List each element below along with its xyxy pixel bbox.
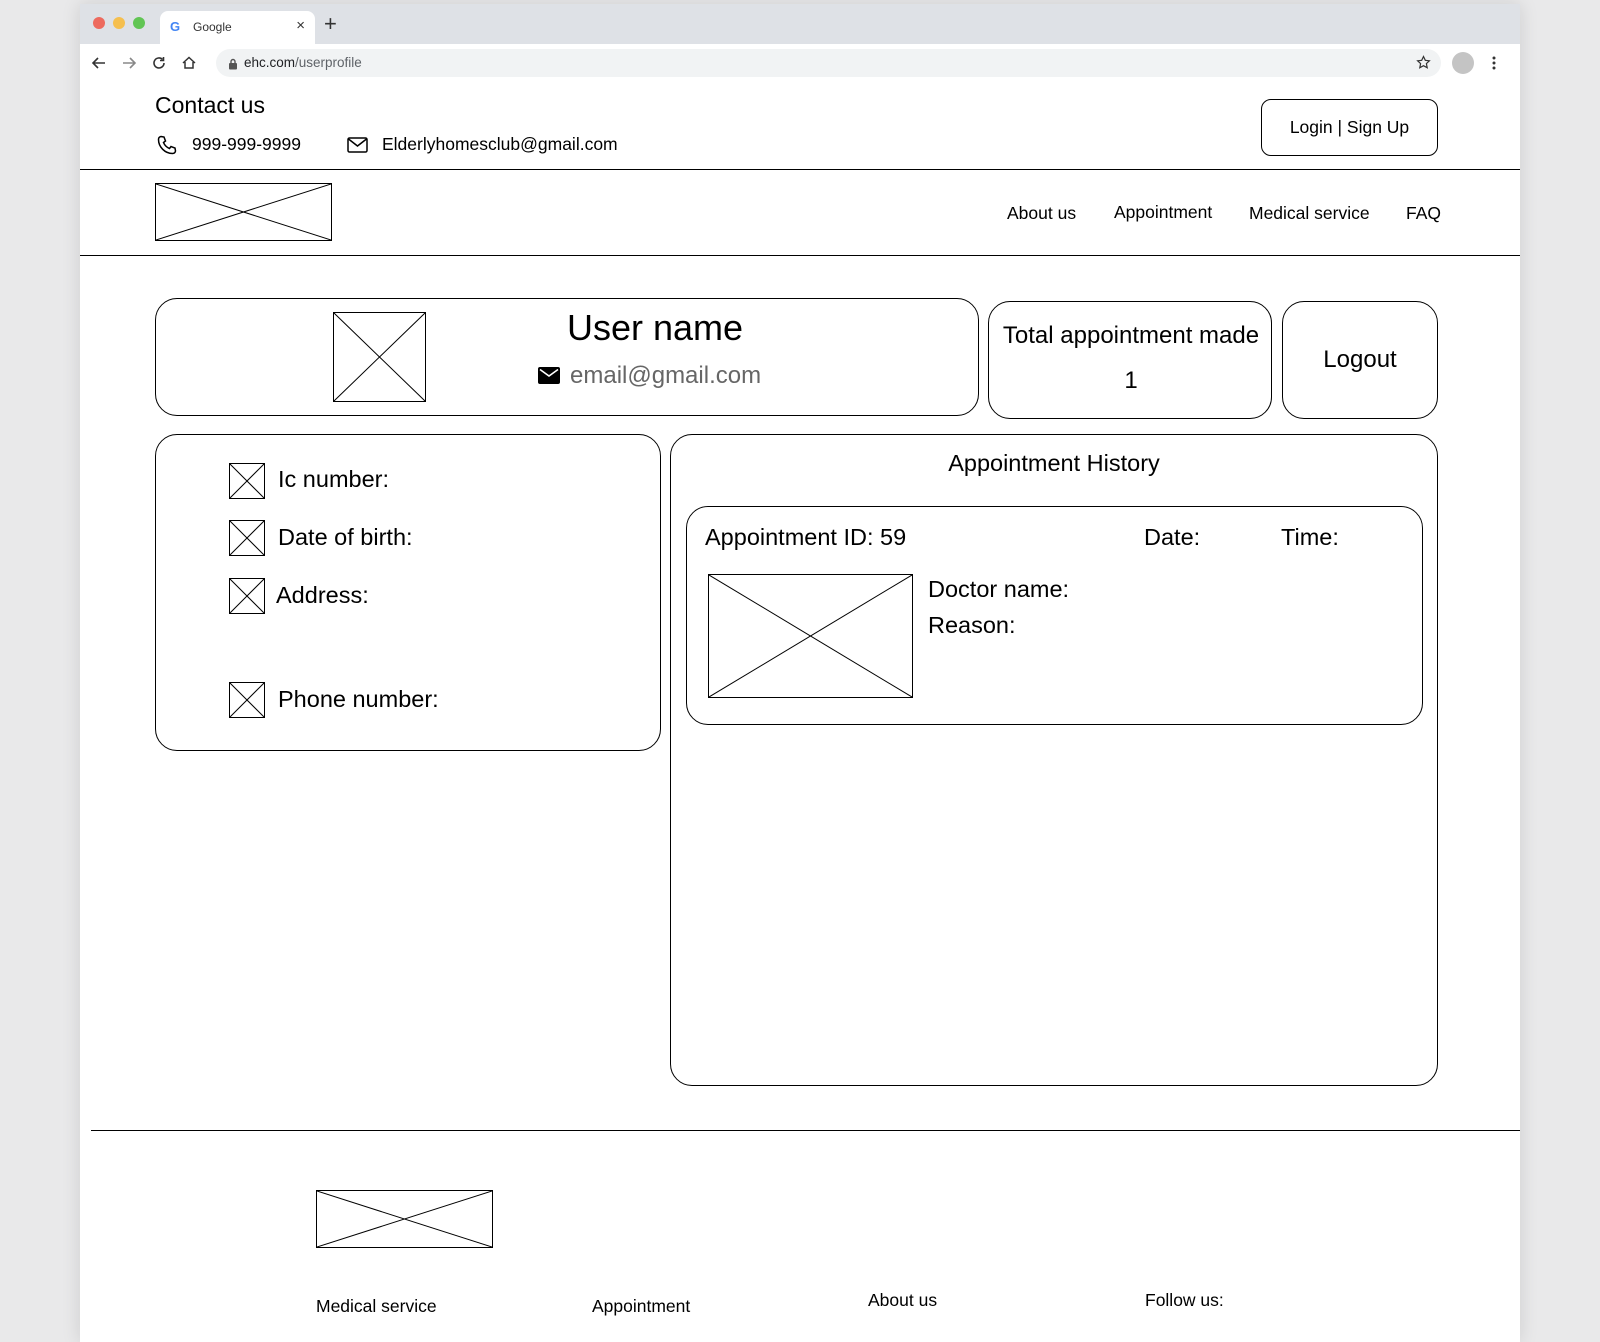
footer-divider xyxy=(91,1130,1520,1132)
new-tab-icon[interactable]: + xyxy=(324,12,337,36)
date-of-birth-icon xyxy=(229,520,265,556)
nav-about-us[interactable]: About us xyxy=(1007,203,1076,224)
nav-appointment[interactable]: Appointment xyxy=(1114,202,1212,223)
footer-follow-us: Follow us: xyxy=(1145,1290,1224,1310)
logout-button[interactable]: Logout xyxy=(1282,301,1438,419)
footer-link-medical-service[interactable]: Medical service xyxy=(316,1296,437,1317)
lock-icon xyxy=(228,57,238,75)
date-of-birth-label: Date of birth: xyxy=(278,524,413,550)
footer-link-appointment[interactable]: Appointment xyxy=(592,1296,690,1317)
total-appointments-label: Total appointment made xyxy=(1002,322,1260,349)
ic-number-icon xyxy=(229,463,265,499)
home-icon[interactable] xyxy=(180,54,198,72)
google-favicon-icon: G xyxy=(170,19,181,34)
back-arrow-icon[interactable] xyxy=(90,54,108,72)
nav-medical-service[interactable]: Medical service xyxy=(1249,203,1370,224)
phone-number-label: Phone number: xyxy=(278,686,439,712)
appointment-id: Appointment ID: 59 xyxy=(705,524,907,550)
address-icon xyxy=(229,578,265,614)
appointment-date-label: Date: xyxy=(1144,524,1201,550)
doctor-image-placeholder xyxy=(708,574,913,698)
profile-avatar[interactable] xyxy=(1452,52,1474,74)
contact-title: Contact us xyxy=(155,92,265,118)
minimize-window-button[interactable] xyxy=(113,17,125,29)
browser-tab[interactable]: G Google × xyxy=(160,11,315,44)
tab-bar: G Google × + xyxy=(80,4,1520,44)
total-appointments-value: 1 xyxy=(1124,367,1138,394)
total-appointments-card xyxy=(988,301,1272,419)
phone-icon xyxy=(156,134,178,161)
footer-link-about-us[interactable]: About us xyxy=(868,1290,937,1311)
address-label: Address: xyxy=(276,582,369,608)
contact-email[interactable]: Elderlyhomesclub@gmail.com xyxy=(382,134,618,155)
nav-divider xyxy=(80,255,1520,257)
address-bar: ehc.com/userprofile xyxy=(80,44,1520,82)
user-name: User name xyxy=(567,307,744,348)
email-icon xyxy=(538,367,560,389)
bookmark-star-icon[interactable] xyxy=(1416,55,1431,75)
browser-window: G Google × + ehc.com/userprofile Contact… xyxy=(80,4,1520,1342)
footer-logo-placeholder[interactable] xyxy=(316,1190,493,1248)
phone-number-icon xyxy=(229,682,265,718)
tab-close-icon[interactable]: × xyxy=(296,18,305,34)
logo-placeholder[interactable] xyxy=(155,183,332,241)
more-menu-icon[interactable] xyxy=(1492,56,1496,75)
mail-icon xyxy=(347,137,368,158)
page: Contact us 999-999-9999 Elderlyhomesclub… xyxy=(80,82,1520,1342)
appointment-time-label: Time: xyxy=(1281,524,1339,550)
header-divider xyxy=(80,169,1520,171)
url-text: ehc.com/userprofile xyxy=(244,55,362,70)
doctor-name-label: Doctor name: xyxy=(928,576,1070,602)
url-bar[interactable]: ehc.com/userprofile xyxy=(216,49,1441,77)
nav-faq[interactable]: FAQ xyxy=(1406,203,1441,224)
forward-arrow-icon[interactable] xyxy=(120,54,138,72)
login-signup-button[interactable]: Login | Sign Up xyxy=(1261,99,1438,156)
contact-phone[interactable]: 999-999-9999 xyxy=(192,134,301,155)
url-path: /userprofile xyxy=(295,55,362,70)
avatar-placeholder xyxy=(333,312,426,402)
ic-number-label: Ic number: xyxy=(278,466,390,492)
maximize-window-button[interactable] xyxy=(133,17,145,29)
url-host: ehc.com xyxy=(244,55,296,70)
reload-icon[interactable] xyxy=(150,54,168,72)
user-email: email@gmail.com xyxy=(570,362,762,389)
close-window-button[interactable] xyxy=(93,17,105,29)
tab-title: Google xyxy=(193,20,232,34)
reason-label: Reason: xyxy=(928,612,1016,638)
appointment-history-title: Appointment History xyxy=(948,450,1160,476)
